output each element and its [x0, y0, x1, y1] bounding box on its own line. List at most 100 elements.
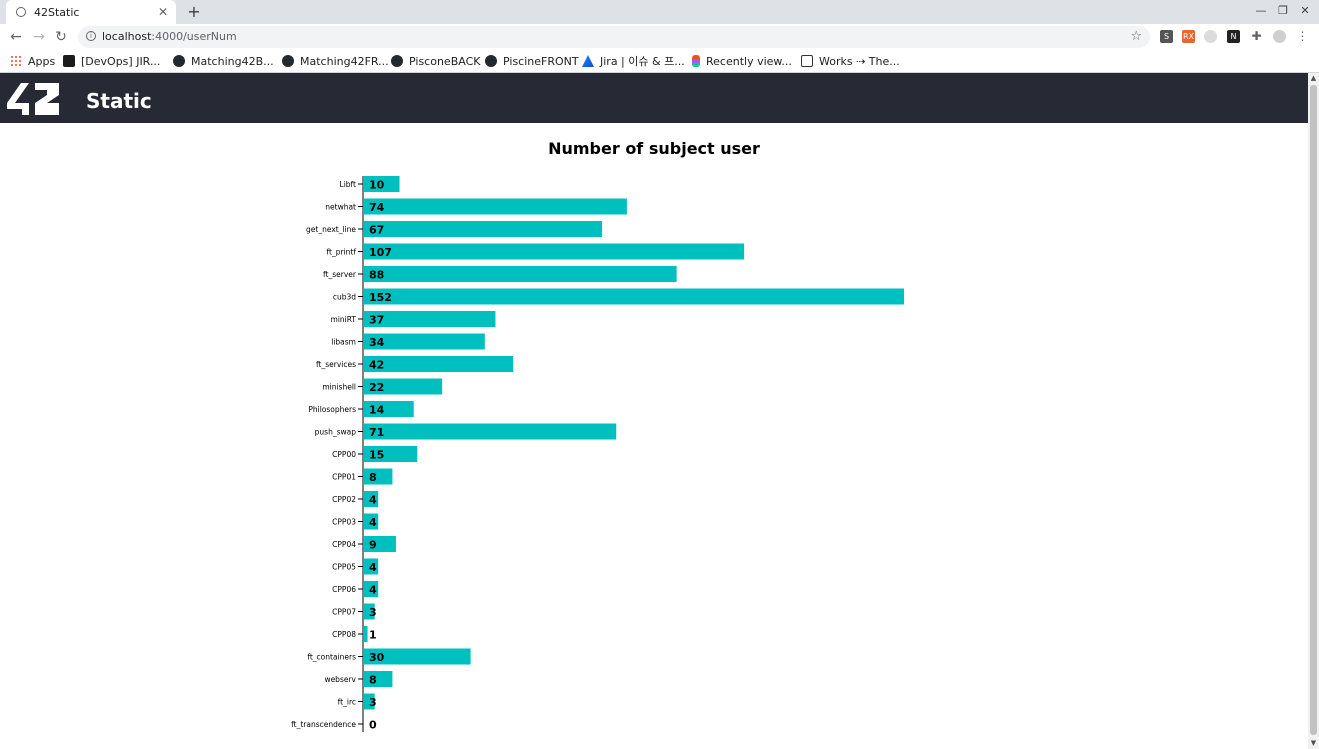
- bar-value-label: 34: [369, 336, 385, 349]
- y-tick-label: ft_services: [316, 360, 356, 369]
- y-tick-label: netwhat: [325, 203, 356, 212]
- bookmark-apps[interactable]: Apps: [10, 53, 55, 69]
- bookmark-label: Matching42FR...: [300, 54, 389, 68]
- y-tick-label: ft_containers: [307, 653, 356, 662]
- github-icon: [485, 55, 497, 67]
- y-tick-label: ft_printf: [327, 248, 357, 257]
- address-bar[interactable]: i localhost:4000/userNum ☆: [78, 26, 1150, 48]
- bar: [364, 288, 904, 305]
- bar-value-label: 8: [369, 471, 377, 484]
- bookmark-matching42b[interactable]: Matching42B...: [173, 53, 274, 69]
- y-tick-label: Philosophers: [308, 405, 356, 414]
- y-tick-label: CPP07: [332, 608, 356, 617]
- bar-value-label: 3: [369, 606, 377, 619]
- bookmark-pisconeback[interactable]: PisconeBACK: [391, 53, 480, 69]
- bar-value-label: 22: [369, 381, 384, 394]
- bar-value-label: 152: [369, 291, 392, 304]
- extension-s-icon[interactable]: S: [1160, 30, 1173, 43]
- devops-icon: [63, 55, 75, 67]
- apps-grid-icon: [10, 55, 22, 67]
- bar-value-label: 67: [369, 224, 384, 237]
- chart-title: Number of subject user: [548, 139, 760, 158]
- 42-logo-icon[interactable]: [7, 81, 61, 117]
- url-path: :4000/userNum: [151, 30, 237, 43]
- profile-avatar-icon[interactable]: [1273, 30, 1286, 43]
- bar-value-label: 42: [369, 359, 384, 372]
- page-viewport: Static Number of subject user Libft 10 net…: [0, 73, 1308, 749]
- close-window-icon[interactable]: ✕: [1298, 4, 1312, 17]
- bookmark-works[interactable]: Works ⇢ The...: [801, 53, 900, 69]
- y-tick-label: ft_server: [323, 270, 357, 279]
- bookmark-figma-recent[interactable]: Recently view...: [692, 53, 792, 69]
- new-tab-button[interactable]: +: [185, 2, 203, 22]
- bookmark-devops-jira[interactable]: [DevOps] JIR...: [63, 53, 160, 69]
- site-header: Static: [0, 73, 1308, 123]
- bar-value-label: 3: [369, 696, 377, 709]
- bar: [364, 221, 603, 237]
- y-tick-label: libasm: [331, 338, 356, 347]
- y-tick-label: CPP08: [332, 630, 356, 639]
- bar-value-label: 15: [369, 449, 384, 462]
- bookmarks-bar: Apps [DevOps] JIR... Matching42B... Matc…: [0, 50, 1319, 73]
- browser-tab[interactable]: 42Static ✕: [6, 0, 176, 24]
- bar-value-label: 1: [369, 629, 377, 642]
- bookmark-jira[interactable]: Jira | 이슈 & 프...: [582, 53, 685, 69]
- bar-value-label: 0: [369, 719, 377, 732]
- extensions-puzzle-icon[interactable]: ✚: [1250, 30, 1263, 43]
- bar-value-label: 4: [369, 516, 377, 529]
- browser-menu-icon[interactable]: ⋮: [1296, 30, 1309, 43]
- site-info-icon[interactable]: i: [86, 31, 96, 41]
- bar-value-label: 30: [369, 651, 385, 664]
- brand-title[interactable]: Static: [86, 89, 152, 113]
- works-icon: [801, 55, 813, 67]
- bar: [364, 266, 677, 282]
- back-arrow-icon[interactable]: ←: [7, 28, 25, 46]
- minimize-window-icon[interactable]: —: [1254, 4, 1268, 17]
- y-tick-label: miniRT: [331, 315, 357, 324]
- bar-value-label: 9: [369, 539, 377, 552]
- bookmark-label: Recently view...: [706, 54, 792, 68]
- extension-clock-icon[interactable]: [1204, 30, 1217, 43]
- y-tick-label: push_swap: [315, 428, 357, 437]
- bar-value-label: 107: [369, 246, 392, 259]
- y-tick-label: cub3d: [333, 293, 356, 302]
- bar-value-label: 4: [369, 584, 377, 597]
- bar: [364, 626, 368, 642]
- bookmark-label: Apps: [28, 54, 56, 68]
- bar: [364, 356, 514, 372]
- jira-icon: [582, 55, 594, 67]
- github-icon: [173, 55, 185, 67]
- restore-window-icon[interactable]: ❐: [1276, 4, 1290, 17]
- y-tick-label: minishell: [322, 383, 356, 392]
- vertical-scrollbar[interactable]: ▲ ▼: [1308, 73, 1319, 749]
- bar-value-label: 4: [369, 561, 377, 574]
- extension-rx-icon[interactable]: RX: [1182, 30, 1195, 43]
- bar-value-label: 37: [369, 314, 384, 327]
- bookmark-label: PiscineFRONT: [503, 54, 579, 68]
- bookmark-matching42fr[interactable]: Matching42FR...: [282, 53, 389, 69]
- close-tab-icon[interactable]: ✕: [156, 5, 170, 19]
- bar-value-label: 10: [369, 179, 385, 192]
- scroll-down-icon[interactable]: ▼: [1308, 738, 1319, 749]
- bar-value-label: 88: [369, 269, 384, 282]
- scrollbar-thumb[interactable]: [1310, 85, 1317, 735]
- bookmark-label: Works ⇢ The...: [819, 54, 900, 68]
- globe-icon: [16, 7, 26, 17]
- y-tick-label: CPP06: [332, 585, 356, 594]
- github-icon: [391, 55, 403, 67]
- y-tick-label: CPP02: [332, 495, 356, 504]
- bar-value-label: 4: [369, 494, 377, 507]
- extension-notion-icon[interactable]: N: [1227, 30, 1240, 43]
- forward-arrow-icon[interactable]: →: [30, 28, 48, 46]
- browser-tab-strip: 42Static ✕ + — ❐ ✕: [0, 0, 1319, 24]
- scroll-up-icon[interactable]: ▲: [1308, 73, 1319, 84]
- bar: [364, 423, 617, 440]
- user-count-bar-chart: Libft 10netwhat 74get_next_line 67ft_printf…: [291, 176, 904, 732]
- reload-icon[interactable]: ↻: [52, 28, 70, 46]
- figma-icon: [692, 55, 700, 67]
- bookmark-star-icon[interactable]: ☆: [1130, 26, 1142, 48]
- bookmark-piscinefront[interactable]: PiscineFRONT: [485, 53, 579, 69]
- github-icon: [282, 55, 294, 67]
- y-tick-label: CPP01: [332, 473, 356, 482]
- y-tick-label: CPP04: [332, 540, 356, 549]
